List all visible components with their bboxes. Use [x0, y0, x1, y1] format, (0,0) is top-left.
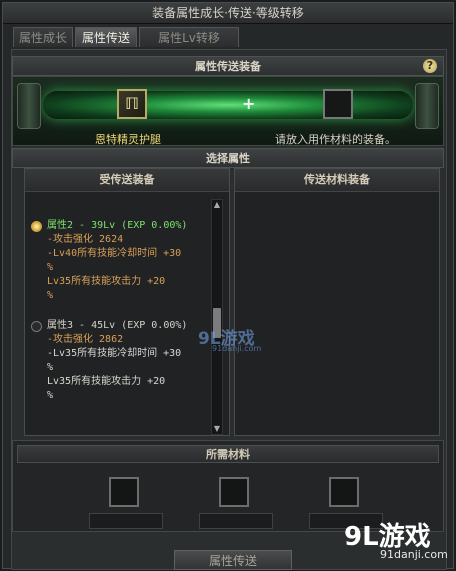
- receiving-equipment-panel: 受传送装备 属性2 - 39Lv (EXP 0.00%) -攻击强化 2624 …: [24, 168, 230, 436]
- tab-attribute-transfer[interactable]: 属性传送: [75, 27, 137, 47]
- tab-attribute-growth[interactable]: 属性成长: [13, 27, 73, 47]
- energy-bar: [43, 91, 413, 119]
- material-equipment-panel: 传送材料装备: [234, 168, 440, 436]
- option-line: -攻击强化 2862: [47, 334, 124, 345]
- required-materials-title: 所需材料: [17, 445, 439, 463]
- option-line: -Lv40所有技能冷却时间 +30: [47, 248, 182, 259]
- plus-icon: +: [242, 94, 256, 113]
- transfer-header-label: 属性传送装备: [195, 60, 261, 73]
- material-placeholder: 请放入用作材料的装备。: [275, 133, 396, 146]
- transfer-banner: ℿ + 恩特精灵护腿 请放入用作材料的装备。: [12, 76, 444, 146]
- options-scrollbar[interactable]: ▲ ▼: [211, 199, 223, 435]
- option-line: -攻击强化 2624: [47, 234, 124, 245]
- radio-option-2[interactable]: [31, 221, 42, 232]
- material-count-2: [199, 513, 273, 529]
- material-item-slot[interactable]: [323, 89, 353, 119]
- option-line: %: [47, 362, 54, 373]
- window-title: 装备属性成长·传送·等级转移: [3, 3, 453, 24]
- option-title: 属性2 - 39Lv (EXP 0.00%): [47, 220, 188, 231]
- material-slot-2[interactable]: [219, 477, 249, 507]
- help-icon[interactable]: ?: [423, 59, 437, 73]
- source-item-slot[interactable]: ℿ: [117, 89, 147, 119]
- scroll-down-icon[interactable]: ▼: [212, 424, 222, 434]
- banner-right-cap: [415, 83, 439, 129]
- option-line: %: [47, 290, 54, 301]
- banner-left-cap: [17, 83, 41, 129]
- receiving-equipment-title: 受传送装备: [25, 169, 229, 192]
- material-slot-3[interactable]: [329, 477, 359, 507]
- option-line: Lv35所有技能攻击力 +20: [47, 276, 166, 287]
- watermark-site: 91danji.com: [212, 344, 262, 353]
- scroll-up-icon[interactable]: ▲: [212, 200, 222, 210]
- option-line: -Lv35所有技能冷却时间 +30: [47, 348, 182, 359]
- option-title: 属性3 - 45Lv (EXP 0.00%): [47, 320, 188, 331]
- attribute-transfer-button[interactable]: 属性传送: [174, 550, 292, 570]
- option-line: Lv35所有技能攻击力 +20: [47, 376, 166, 387]
- transfer-equipment-header: 属性传送装备 ?: [12, 56, 444, 76]
- material-slot-1[interactable]: [109, 477, 139, 507]
- material-equipment-title: 传送材料装备: [235, 169, 439, 192]
- tab-attribute-lv-transfer[interactable]: 属性Lv转移: [139, 27, 239, 47]
- option-line: %: [47, 262, 54, 273]
- radio-option-3[interactable]: [31, 321, 42, 332]
- source-item-name: 恩特精灵护腿: [95, 133, 161, 146]
- corner-watermark-site: 91danji.com: [380, 548, 448, 561]
- option-line: %: [47, 390, 54, 401]
- select-attribute-header: 选择属性: [12, 148, 444, 168]
- leg-armor-icon: ℿ: [125, 94, 139, 113]
- material-count-1: [89, 513, 163, 529]
